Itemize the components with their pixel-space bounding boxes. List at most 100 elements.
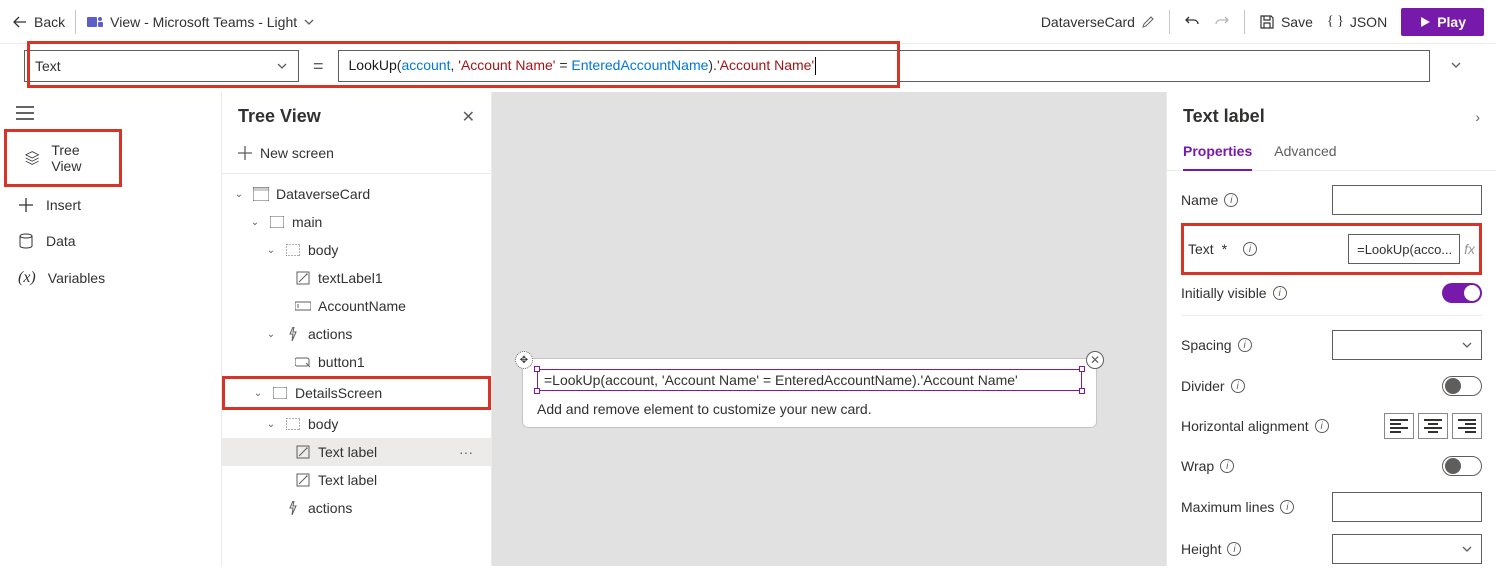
maxlines-input[interactable] bbox=[1332, 492, 1482, 522]
tree-node-textlabel-selected[interactable]: Text label ··· bbox=[222, 438, 491, 466]
tree-node-button1[interactable]: button1 bbox=[222, 348, 491, 376]
braces-icon: { } bbox=[1327, 14, 1344, 30]
save-button[interactable]: Save bbox=[1259, 14, 1313, 30]
rail-item-insert[interactable]: Insert bbox=[0, 187, 221, 223]
tree-view-title: Tree View bbox=[238, 106, 321, 127]
left-rail: Tree View Insert Data (x) Variables bbox=[0, 92, 222, 566]
selected-element[interactable]: =LookUp(account, 'Account Name' = Entere… bbox=[537, 369, 1082, 391]
tree-node-body-2[interactable]: ⌄ body bbox=[222, 410, 491, 438]
divider-toggle[interactable] bbox=[1442, 376, 1482, 396]
hamburger-button[interactable] bbox=[0, 100, 221, 129]
tree-node-detailsscreen[interactable]: ⌄ DetailsScreen bbox=[225, 379, 488, 407]
prop-label-divider: Divider bbox=[1181, 378, 1225, 394]
info-icon[interactable]: i bbox=[1238, 338, 1252, 352]
align-center-button[interactable] bbox=[1418, 413, 1448, 439]
rail-item-variables[interactable]: (x) Variables bbox=[0, 259, 221, 297]
formula-input[interactable]: LookUp(account, 'Account Name' = Entered… bbox=[338, 50, 1430, 82]
prop-label-text: Text bbox=[1188, 241, 1214, 257]
prop-row-divider: Divider i bbox=[1181, 368, 1482, 404]
prop-row-spacing: Spacing i bbox=[1181, 326, 1482, 364]
visible-toggle[interactable] bbox=[1442, 283, 1482, 303]
wrap-toggle[interactable] bbox=[1442, 456, 1482, 476]
tree-node-dataversecard[interactable]: ⌄ DataverseCard bbox=[222, 180, 491, 208]
tree-node-textlabel-2[interactable]: Text label bbox=[222, 466, 491, 494]
info-icon[interactable]: i bbox=[1227, 542, 1241, 556]
prop-label-wrap: Wrap bbox=[1181, 458, 1214, 474]
rail-item-label: Variables bbox=[48, 270, 105, 286]
container-icon bbox=[284, 418, 302, 430]
rail-item-label: Data bbox=[46, 233, 76, 249]
prop-row-visible: Initially visiblei bbox=[1181, 279, 1482, 316]
tree-node-main[interactable]: ⌄ main bbox=[222, 208, 491, 236]
canvas[interactable]: ✥ ✕ =LookUp(account, 'Account Name' = En… bbox=[492, 92, 1166, 566]
tree-node-textlabel1[interactable]: textLabel1 bbox=[222, 264, 491, 292]
chevron-down-icon bbox=[276, 60, 288, 72]
remove-element-button[interactable]: ✕ bbox=[1086, 351, 1104, 369]
variables-icon: (x) bbox=[18, 269, 36, 287]
spacing-select[interactable] bbox=[1332, 330, 1482, 360]
top-bar: Back View - Microsoft Teams - Light Data… bbox=[0, 0, 1496, 44]
tree-node-accountname[interactable]: AccountName bbox=[222, 292, 491, 320]
actions-icon bbox=[284, 327, 302, 341]
chevron-down-icon bbox=[1461, 339, 1473, 351]
props-expand-button[interactable]: › bbox=[1475, 109, 1480, 125]
text-input[interactable]: =LookUp(acco... bbox=[1348, 234, 1460, 264]
rail-item-tree-view[interactable]: Tree View bbox=[7, 132, 119, 184]
height-select[interactable] bbox=[1332, 534, 1482, 564]
info-icon[interactable]: i bbox=[1220, 459, 1234, 473]
fx-text: =LookUp(account, 'Account Name' = Entere… bbox=[544, 372, 1018, 388]
top-divider bbox=[75, 10, 76, 34]
info-icon[interactable]: i bbox=[1315, 419, 1329, 433]
back-button[interactable]: Back bbox=[12, 14, 65, 30]
card-icon bbox=[252, 187, 270, 201]
pencil-icon bbox=[1141, 15, 1155, 29]
prop-row-name: Namei bbox=[1181, 181, 1482, 219]
redo-icon bbox=[1214, 14, 1230, 30]
formula-expand-button[interactable] bbox=[1440, 58, 1472, 74]
tree-node-actions-2[interactable]: ⌄ actions bbox=[222, 494, 491, 522]
json-button[interactable]: { } JSON bbox=[1327, 14, 1387, 30]
play-button[interactable]: Play bbox=[1401, 8, 1484, 36]
new-screen-button[interactable]: New screen bbox=[222, 137, 491, 173]
prop-label-spacing: Spacing bbox=[1181, 337, 1232, 353]
undo-icon bbox=[1184, 14, 1200, 30]
plus-icon bbox=[238, 146, 252, 160]
undo-button[interactable] bbox=[1184, 14, 1200, 30]
redo-button[interactable] bbox=[1214, 14, 1230, 30]
tree-node-actions[interactable]: ⌄ actions bbox=[222, 320, 491, 348]
tab-advanced[interactable]: Advanced bbox=[1274, 135, 1336, 170]
top-divider-2 bbox=[1169, 10, 1170, 34]
prop-label-maxlines: Maximum lines bbox=[1181, 499, 1274, 515]
align-left-button[interactable] bbox=[1384, 413, 1414, 439]
info-icon[interactable]: i bbox=[1231, 379, 1245, 393]
info-icon[interactable]: i bbox=[1280, 500, 1294, 514]
screen-icon bbox=[268, 216, 286, 228]
property-selector-value: Text bbox=[35, 58, 61, 74]
tab-properties[interactable]: Properties bbox=[1183, 135, 1252, 171]
play-icon bbox=[1419, 16, 1431, 28]
property-selector[interactable]: Text bbox=[24, 50, 299, 82]
card-name-edit[interactable]: DataverseCard bbox=[1041, 14, 1155, 30]
textlabel-icon bbox=[294, 473, 312, 487]
prop-row-text: Text* i =LookUp(acco... fx bbox=[1188, 230, 1475, 268]
view-switcher[interactable]: View - Microsoft Teams - Light bbox=[86, 13, 315, 31]
plus-icon bbox=[18, 197, 34, 213]
align-right-button[interactable] bbox=[1452, 413, 1482, 439]
more-button[interactable]: ··· bbox=[459, 444, 483, 460]
tree-view-panel: Tree View ✕ New screen ⌄ DataverseCard ⌄… bbox=[222, 92, 492, 566]
name-input[interactable] bbox=[1332, 185, 1482, 215]
teams-icon bbox=[86, 13, 104, 31]
card-name-label: DataverseCard bbox=[1041, 14, 1135, 30]
hamburger-icon bbox=[16, 106, 34, 120]
close-tree-button[interactable]: ✕ bbox=[462, 107, 475, 127]
info-icon[interactable]: i bbox=[1224, 193, 1238, 207]
info-icon[interactable]: i bbox=[1273, 286, 1287, 300]
card-preview[interactable]: ✥ ✕ =LookUp(account, 'Account Name' = En… bbox=[522, 358, 1097, 428]
move-handle[interactable]: ✥ bbox=[515, 351, 533, 369]
info-icon[interactable]: i bbox=[1243, 242, 1257, 256]
tree-node-body[interactable]: ⌄ body bbox=[222, 236, 491, 264]
json-label: JSON bbox=[1350, 14, 1387, 30]
fx-icon[interactable]: fx bbox=[1464, 241, 1475, 257]
rail-item-data[interactable]: Data bbox=[0, 223, 221, 259]
formula-bar: Text = LookUp(account, 'Account Name' = … bbox=[0, 44, 1496, 92]
